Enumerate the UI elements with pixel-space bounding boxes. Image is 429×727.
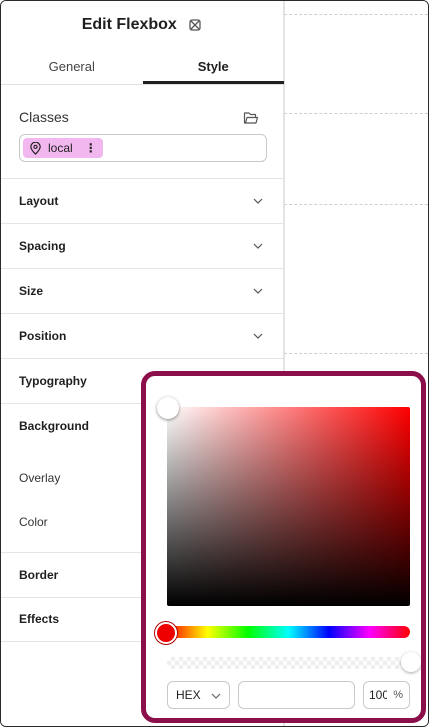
section-position[interactable]: Position — [19, 329, 267, 343]
section-label: Effects — [19, 612, 60, 626]
section-label: Border — [19, 568, 59, 582]
canvas-guide-line — [284, 353, 428, 354]
flexbox-icon — [189, 19, 201, 31]
color-picker-popover: HEX 100 % — [141, 371, 426, 723]
class-chip-label: local — [48, 141, 73, 155]
opacity-value: 100 — [369, 688, 387, 702]
chevron-down-icon — [211, 693, 221, 699]
section-label: Background — [19, 419, 90, 433]
section-spacing[interactable]: Spacing — [19, 239, 267, 253]
section-label: Spacing — [19, 239, 66, 253]
canvas-guide-line — [284, 204, 428, 205]
location-pin-icon — [30, 141, 41, 155]
section-label: Size — [19, 284, 44, 298]
section-divider — [1, 178, 284, 179]
section-divider — [1, 268, 284, 269]
chevron-down-icon — [253, 288, 263, 294]
alpha-handle[interactable] — [401, 652, 421, 672]
folder-icon[interactable] — [243, 110, 259, 126]
section-size[interactable]: Size — [19, 284, 267, 298]
classes-label: Classes — [19, 109, 69, 125]
section-label: Typography — [19, 374, 87, 388]
color-label: Color — [19, 515, 48, 529]
alpha-slider[interactable] — [167, 657, 410, 669]
saturation-brightness-area[interactable] — [167, 407, 410, 606]
opacity-unit: % — [393, 689, 403, 701]
color-format-select[interactable]: HEX — [167, 681, 230, 709]
classes-group: Classes local ⋮ — [19, 109, 267, 162]
section-divider — [1, 358, 284, 359]
section-divider — [1, 223, 284, 224]
overlay-label: Overlay — [19, 471, 61, 485]
canvas-guide-line — [284, 14, 428, 15]
section-layout[interactable]: Layout — [19, 194, 267, 208]
chevron-down-icon — [253, 243, 263, 249]
opacity-input[interactable]: 100 % — [363, 681, 410, 709]
tab-general[interactable]: General — [1, 53, 143, 84]
hue-handle[interactable] — [155, 622, 177, 644]
tab-style[interactable]: Style — [142, 53, 284, 84]
canvas-guide-line — [284, 113, 428, 114]
chevron-down-icon — [253, 333, 263, 339]
panel-tabs: General Style — [1, 53, 284, 85]
panel-title-text: Edit Flexbox — [81, 16, 177, 33]
saturation-handle[interactable] — [157, 397, 179, 419]
hex-input[interactable] — [238, 681, 355, 709]
color-format-value: HEX — [176, 688, 201, 702]
editor-window: Edit Flexbox General Style Classes local… — [0, 0, 429, 727]
hue-slider[interactable] — [167, 626, 410, 638]
class-chip[interactable]: local ⋮ — [23, 138, 103, 158]
section-divider — [1, 313, 284, 314]
vertical-dots-icon[interactable]: ⋮ — [85, 141, 97, 155]
panel-title: Edit Flexbox — [1, 16, 284, 34]
section-label: Position — [19, 329, 67, 343]
classes-input[interactable]: local ⋮ — [19, 134, 267, 162]
chevron-down-icon — [253, 198, 263, 204]
section-label: Layout — [19, 194, 59, 208]
